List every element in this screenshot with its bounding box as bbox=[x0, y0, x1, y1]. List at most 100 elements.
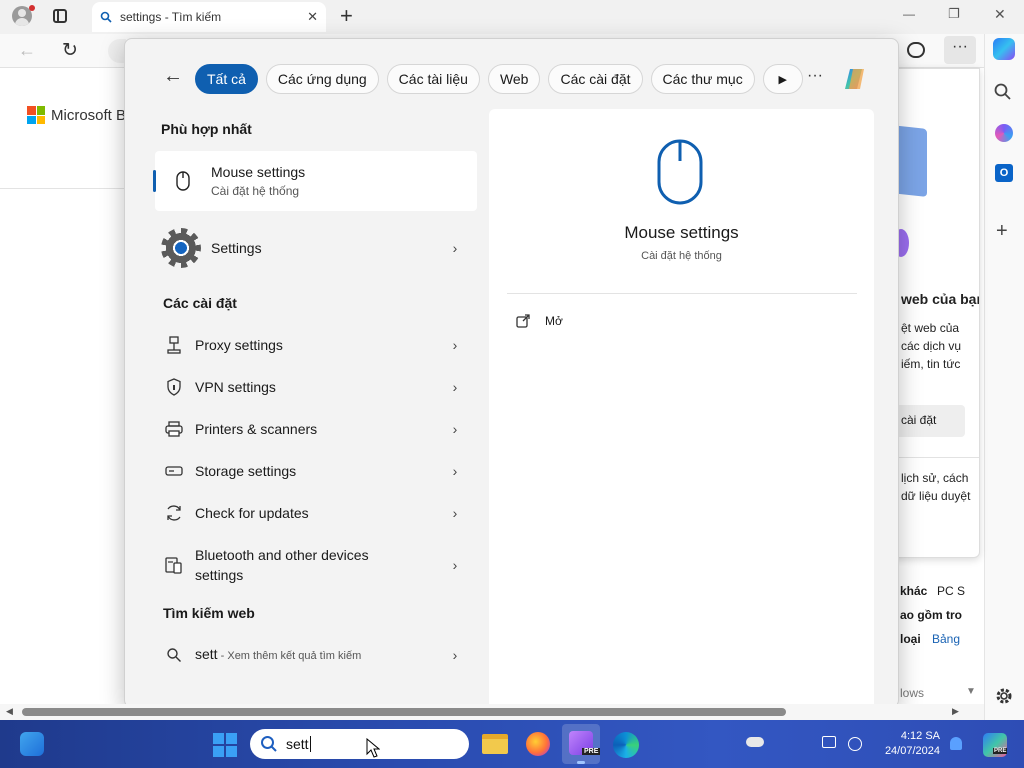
horizontal-scrollbar[interactable]: ◀ ▶ bbox=[0, 704, 984, 720]
settings-item-label: Storage settings bbox=[195, 463, 297, 479]
settings-gear-icon bbox=[161, 228, 201, 268]
preview-badge: PRE bbox=[582, 748, 601, 755]
browser-essentials-icon[interactable] bbox=[907, 42, 925, 58]
flyout-settings-button[interactable]: cài đặt bbox=[891, 405, 965, 437]
clock-date[interactable]: 24/07/2024 bbox=[872, 745, 940, 757]
proxy-icon bbox=[163, 334, 185, 356]
settings-item-label: Proxy settings bbox=[195, 337, 283, 353]
settings-item-vpn[interactable]: VPN settings › bbox=[157, 375, 477, 399]
tab-title: settings - Tìm kiếm bbox=[120, 10, 222, 24]
chevron-right-icon: › bbox=[452, 240, 458, 256]
detail-title: Mouse settings bbox=[624, 223, 739, 242]
page-text: PC S bbox=[937, 584, 966, 598]
network-icon[interactable] bbox=[848, 737, 862, 751]
page-text: lows bbox=[900, 686, 925, 700]
firefox-icon[interactable] bbox=[526, 732, 550, 756]
settings-item-printers[interactable]: Printers & scanners › bbox=[157, 417, 477, 441]
filter-all[interactable]: Tất cả bbox=[195, 64, 258, 94]
widgets-icon[interactable] bbox=[20, 732, 44, 756]
file-explorer-icon[interactable] bbox=[482, 734, 508, 754]
gear-icon[interactable] bbox=[994, 686, 1014, 706]
settings-item-storage[interactable]: Storage settings › bbox=[157, 459, 477, 483]
new-tab-button[interactable]: + bbox=[340, 3, 353, 29]
filter-scroll-right-button[interactable]: ▶ bbox=[762, 64, 803, 94]
vpn-shield-icon bbox=[163, 376, 185, 398]
page-link[interactable]: Bảng bbox=[932, 632, 960, 646]
scrollbar-thumb[interactable] bbox=[22, 708, 786, 716]
settings-app-result[interactable]: Settings › bbox=[157, 228, 477, 268]
best-match-title: Mouse settings bbox=[211, 164, 306, 180]
back-button[interactable]: ← bbox=[163, 65, 183, 88]
settings-item-updates[interactable]: Check for updates › bbox=[157, 501, 477, 525]
close-window-button[interactable]: ✕ bbox=[994, 6, 1006, 23]
onedrive-icon[interactable] bbox=[746, 737, 764, 747]
search-icon[interactable] bbox=[993, 82, 1013, 102]
detail-divider bbox=[507, 293, 857, 294]
settings-app-label: Settings bbox=[211, 240, 262, 256]
restore-button[interactable]: ❐ bbox=[948, 6, 960, 22]
scroll-right-arrow-icon[interactable]: ▶ bbox=[952, 706, 959, 717]
browser-sidebar: O + bbox=[984, 34, 1024, 720]
settings-heading: Các cài đặt bbox=[163, 295, 237, 311]
clock-time[interactable]: 4:12 SA bbox=[872, 730, 940, 742]
search-icon bbox=[100, 11, 112, 23]
open-external-icon bbox=[516, 314, 530, 328]
back-icon[interactable]: ← bbox=[18, 40, 36, 61]
copilot-taskbar-icon[interactable]: PRE bbox=[983, 733, 1008, 757]
filter-apps[interactable]: Các ứng dụng bbox=[265, 64, 379, 94]
browser-tab-active[interactable]: settings - Tìm kiếm ✕ bbox=[92, 2, 326, 32]
chevron-right-icon: › bbox=[452, 557, 458, 573]
bluetooth-devices-icon bbox=[163, 554, 185, 576]
filter-settings[interactable]: Các cài đặt bbox=[548, 64, 643, 94]
web-search-query: sett bbox=[195, 646, 218, 662]
search-filter-bar: ← Tất cả Các ứng dụng Các tài liệu Web C… bbox=[125, 39, 900, 119]
open-action[interactable]: Mở bbox=[515, 313, 563, 329]
chevron-right-icon: › bbox=[452, 647, 458, 663]
copilot-icon[interactable] bbox=[993, 38, 1015, 60]
active-app-indicator bbox=[577, 761, 585, 764]
best-match-result[interactable] bbox=[155, 151, 477, 211]
outlook-icon[interactable]: O bbox=[995, 164, 1013, 182]
web-search-result[interactable]: sett - Xem thêm kết quả tìm kiếm › bbox=[157, 643, 477, 667]
filter-folders[interactable]: Các thư mục bbox=[650, 64, 755, 94]
settings-item-bluetooth[interactable]: Bluetooth and other devices settings › bbox=[157, 543, 477, 587]
flyout-title: web của bạn bbox=[901, 291, 980, 307]
settings-item-label: Bluetooth and other devices settings bbox=[195, 547, 369, 583]
taskbar: PRE 4:12 SA 24/07/2024 PRE bbox=[0, 720, 1024, 768]
flyout-settings-label: cài đặt bbox=[901, 413, 937, 427]
visual-studio-icon[interactable]: PRE bbox=[562, 724, 601, 764]
chevron-right-icon: › bbox=[452, 337, 458, 353]
more-options-button[interactable]: ··· bbox=[807, 67, 823, 85]
page-divider bbox=[0, 188, 124, 189]
copilot-icon[interactable] bbox=[841, 65, 869, 93]
taskbar-search-box[interactable]: sett bbox=[250, 729, 469, 759]
start-button[interactable] bbox=[213, 733, 237, 757]
tab-actions-icon[interactable] bbox=[53, 9, 67, 23]
settings-item-label: VPN settings bbox=[195, 379, 276, 395]
filter-web[interactable]: Web bbox=[487, 64, 541, 94]
tab-close-icon[interactable]: ✕ bbox=[307, 9, 318, 25]
flyout-text-line: lịch sử, cách bbox=[901, 471, 969, 485]
edge-icon[interactable] bbox=[613, 732, 639, 758]
scroll-left-arrow-icon[interactable]: ◀ bbox=[6, 706, 13, 717]
windows-search-panel: ← Tất cả Các ứng dụng Các tài liệu Web C… bbox=[124, 38, 900, 709]
detail-subtitle: Cài đặt hệ thống bbox=[641, 250, 722, 262]
microsoft-bing-logo[interactable]: Microsoft B bbox=[27, 106, 126, 124]
settings-item-proxy[interactable]: Proxy settings › bbox=[157, 333, 477, 357]
display-icon[interactable] bbox=[822, 736, 836, 748]
chevron-right-icon: › bbox=[452, 505, 458, 521]
filter-documents[interactable]: Các tài liệu bbox=[386, 64, 480, 94]
minimize-button[interactable]: — bbox=[903, 7, 915, 21]
flyout-text-line: ệt web của bbox=[901, 321, 960, 335]
add-sidebar-app-icon[interactable]: + bbox=[996, 220, 1008, 243]
selection-indicator bbox=[153, 170, 156, 192]
copilot-app-icon[interactable] bbox=[995, 124, 1013, 142]
profile-notification-dot bbox=[29, 5, 35, 11]
mouse-icon bbox=[657, 139, 703, 205]
scroll-down-arrow-icon[interactable]: ▼ bbox=[966, 686, 976, 697]
settings-item-label: Printers & scanners bbox=[195, 421, 318, 437]
settings-more-icon[interactable]: ··· bbox=[944, 36, 976, 64]
notification-bell-icon[interactable] bbox=[950, 737, 962, 750]
best-match-subtitle: Cài đặt hệ thống bbox=[211, 184, 300, 198]
refresh-icon[interactable]: ↻ bbox=[62, 39, 78, 62]
